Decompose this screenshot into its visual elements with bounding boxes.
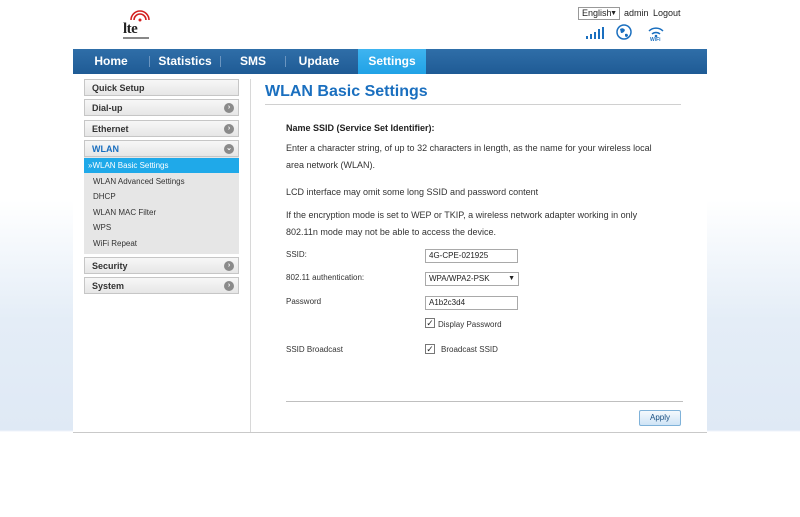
broadcast-ssid-checkbox-label: Broadcast SSID xyxy=(441,345,498,354)
logo-text: lte xyxy=(123,21,138,37)
admin-label: admin xyxy=(624,8,649,18)
sidebar-item-label: Security xyxy=(92,261,128,271)
display-password-checkbox[interactable]: ✓ xyxy=(425,318,435,328)
ssid-description-line1: Enter a character string, of up to 32 ch… xyxy=(286,143,652,153)
content-divider xyxy=(250,79,251,432)
router-admin-window: lte English ▼ admin Logout WiFi Home Sta… xyxy=(73,0,707,433)
chevron-right-icon: › xyxy=(224,103,234,113)
ssid-label: SSID: xyxy=(286,250,307,259)
auth-select-value: WPA/WPA2-PSK xyxy=(429,274,490,283)
sidebar-item-system[interactable]: System › xyxy=(84,277,239,294)
chevron-right-icon: › xyxy=(224,281,234,291)
ssid-broadcast-label: SSID Broadcast xyxy=(286,345,343,354)
sidebar-item-wlan-basic-settings[interactable]: »WLAN Basic Settings xyxy=(84,158,239,173)
logo-underline xyxy=(123,37,149,39)
sidebar-item-label: Quick Setup xyxy=(92,83,145,93)
sidebar-item-wlan-mac-filter[interactable]: WLAN MAC Filter xyxy=(84,205,239,220)
sidebar-item-label: WLAN xyxy=(92,144,119,154)
chevron-down-icon: ▼ xyxy=(508,275,515,282)
sidebar-item-ethernet[interactable]: Ethernet › xyxy=(84,120,239,137)
auth-label: 802.11 authentication: xyxy=(286,273,365,282)
internet-globe-icon xyxy=(616,24,632,40)
language-value: English xyxy=(582,8,612,18)
chevron-right-icon: › xyxy=(224,124,234,134)
ssid-input[interactable]: 4G-CPE-021925 xyxy=(425,249,518,263)
form-bottom-divider xyxy=(286,401,683,402)
sidebar-item-wlan-advanced-settings[interactable]: WLAN Advanced Settings xyxy=(84,174,239,189)
lte-logo: lte xyxy=(123,10,153,40)
tab-update[interactable]: Update xyxy=(286,49,352,74)
chevron-right-icon: › xyxy=(224,261,234,271)
logout-link[interactable]: Logout xyxy=(653,8,681,18)
chevron-down-icon: ▼ xyxy=(610,10,617,17)
signal-strength-icon xyxy=(586,27,604,39)
sidebar-item-quick-setup[interactable]: Quick Setup xyxy=(84,79,239,96)
ssid-description-line2: area network (WLAN). xyxy=(286,160,376,170)
sidebar-item-security[interactable]: Security › xyxy=(84,257,239,274)
password-label: Password xyxy=(286,297,322,306)
title-divider xyxy=(265,104,681,105)
sidebar-item-label: System xyxy=(92,281,125,291)
chevron-down-icon: ⌄ xyxy=(224,144,234,154)
page-title: WLAN Basic Settings xyxy=(265,83,428,100)
sidebar-item-dhcp[interactable]: DHCP xyxy=(84,189,239,204)
sidebar-item-label: Ethernet xyxy=(92,124,129,134)
tab-statistics[interactable]: Statistics xyxy=(150,49,220,74)
encryption-note-line2: 802.11n mode may not be able to access t… xyxy=(286,227,496,237)
sidebar-item-label: Dial-up xyxy=(92,103,123,113)
sidebar-item-wifi-repeat[interactable]: WiFi Repeat xyxy=(84,236,239,251)
wlan-submenu: »WLAN Basic Settings WLAN Advanced Setti… xyxy=(84,157,239,254)
password-input[interactable]: A1b2c3d4 xyxy=(425,296,518,310)
sidebar-item-wps[interactable]: WPS xyxy=(84,220,239,235)
language-select[interactable]: English ▼ xyxy=(578,7,620,20)
tab-sms[interactable]: SMS xyxy=(221,49,285,74)
sidebar-item-dial-up[interactable]: Dial-up › xyxy=(84,99,239,116)
wifi-icon: WiFi xyxy=(648,27,664,41)
sidebar-item-wlan[interactable]: WLAN ⌄ xyxy=(84,140,239,157)
svg-text:WiFi: WiFi xyxy=(650,37,661,41)
encryption-note-line1: If the encryption mode is set to WEP or … xyxy=(286,210,638,220)
tab-settings[interactable]: Settings xyxy=(358,49,426,74)
lcd-note: LCD interface may omit some long SSID an… xyxy=(286,187,539,197)
broadcast-ssid-checkbox[interactable]: ✓ xyxy=(425,344,435,354)
auth-select[interactable]: WPA/WPA2-PSK ▼ xyxy=(425,272,519,286)
apply-button[interactable]: Apply xyxy=(639,410,681,426)
display-password-label: Display Password xyxy=(438,320,502,329)
section-heading: Name SSID (Service Set Identifier): xyxy=(286,123,435,133)
tab-home[interactable]: Home xyxy=(73,49,149,74)
main-nav: Home Statistics SMS Update Settings xyxy=(73,49,707,74)
